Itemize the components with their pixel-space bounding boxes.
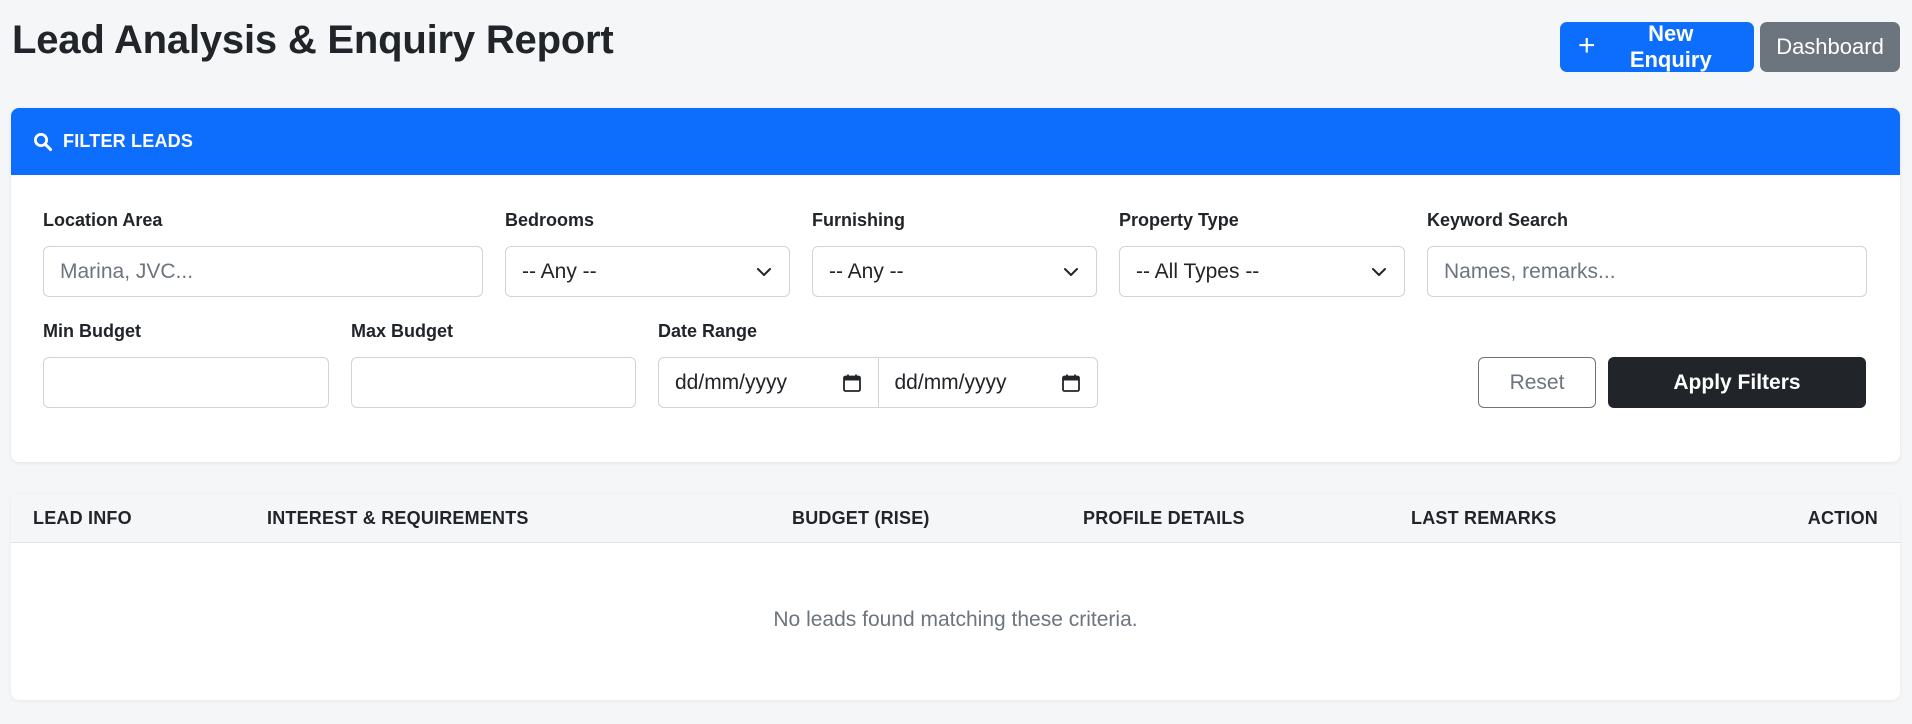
date-range-group: dd/mm/yyyy dd/mm/yyyy [658,357,1098,408]
header-actions: + New Enquiry Dashboard [1560,21,1900,72]
furnishing-select[interactable]: -- Any -- [812,246,1097,297]
location-input[interactable] [43,246,483,297]
max-budget-label: Max Budget [351,321,454,341]
bedrooms-selected: -- Any -- [522,259,597,283]
column-header-profile: PROFILE DETAILS [1083,508,1245,528]
dashboard-button[interactable]: Dashboard [1760,22,1900,72]
column-header-interest: INTEREST & REQUIREMENTS [267,508,529,528]
calendar-icon[interactable] [842,373,862,393]
column-header-remarks: LAST REMARKS [1411,508,1557,528]
column-header-lead-info: LEAD INFO [33,508,132,528]
property-type-selected: -- All Types -- [1136,259,1260,283]
plus-icon: + [1578,28,1596,62]
filter-header: FILTER LEADS [11,108,1900,175]
table-header: LEAD INFO INTEREST & REQUIREMENTS BUDGET… [11,494,1900,543]
chevron-down-icon [755,263,773,281]
keyword-label: Keyword Search [1427,210,1569,230]
furnishing-label: Furnishing [812,210,905,230]
leads-table: LEAD INFO INTEREST & REQUIREMENTS BUDGET… [11,494,1900,700]
page-title: Lead Analysis & Enquiry Report [12,18,614,62]
furnishing-selected: -- Any -- [829,259,904,283]
column-header-budget: BUDGET (RISE) [792,508,930,528]
search-icon [33,132,53,152]
new-enquiry-label: New Enquiry [1629,21,1712,72]
chevron-down-icon [1370,263,1388,281]
keyword-search-input[interactable] [1427,246,1867,297]
date-from-input[interactable]: dd/mm/yyyy [659,358,878,407]
apply-filters-button[interactable]: Apply Filters [1608,357,1866,408]
max-budget-input[interactable] [351,357,636,408]
property-type-label: Property Type [1119,210,1239,230]
date-range-label: Date Range [658,321,758,341]
location-label: Location Area [43,210,163,230]
filter-card: FILTER LEADS Location Area Bedrooms Furn… [11,108,1900,462]
chevron-down-icon [1062,263,1080,281]
reset-button[interactable]: Reset [1478,357,1596,408]
column-header-action: ACTION [1807,508,1878,528]
bedrooms-select[interactable]: -- Any -- [505,246,790,297]
filter-title: FILTER LEADS [63,131,194,151]
page: Lead Analysis & Enquiry Report + New Enq… [0,0,1912,724]
date-to-input[interactable]: dd/mm/yyyy [877,358,1098,407]
calendar-icon[interactable] [1061,373,1081,393]
min-budget-label: Min Budget [43,321,141,341]
date-to-value: dd/mm/yyyy [894,370,1007,394]
empty-state-message: No leads found matching these criteria. [773,608,1138,631]
property-type-select[interactable]: -- All Types -- [1119,246,1405,297]
bedrooms-label: Bedrooms [505,210,595,230]
min-budget-input[interactable] [43,357,329,408]
new-enquiry-button[interactable]: + New Enquiry [1560,21,1754,72]
date-from-value: dd/mm/yyyy [675,370,788,394]
